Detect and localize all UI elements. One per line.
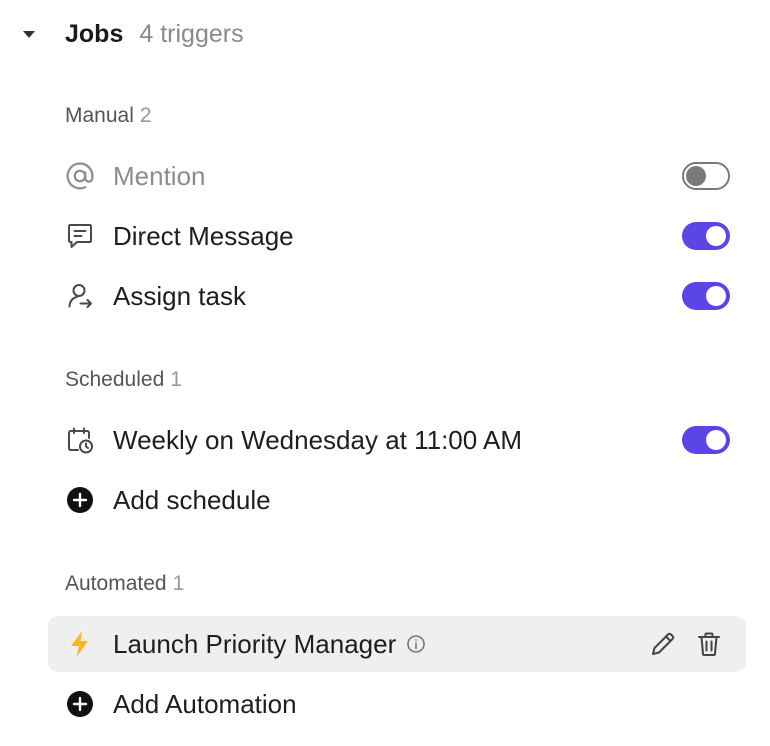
section-automated-count: 1 bbox=[172, 572, 185, 595]
toggle-knob bbox=[706, 226, 726, 246]
jobs-header: Jobs 4 triggers bbox=[20, 12, 244, 56]
calendar-clock-icon bbox=[64, 424, 96, 456]
trigger-row-direct-message: Direct Message bbox=[48, 208, 746, 264]
toggle-knob bbox=[686, 166, 706, 186]
section-manual-count: 2 bbox=[139, 104, 152, 127]
message-icon bbox=[64, 220, 96, 252]
toggle-direct-message[interactable] bbox=[682, 222, 730, 250]
launch-priority-manager-text: Launch Priority Manager bbox=[113, 628, 397, 659]
toggle-knob bbox=[706, 430, 726, 450]
section-automated: Automated 1 bbox=[65, 572, 184, 596]
jobs-title: Jobs bbox=[65, 19, 124, 48]
add-schedule-label: Add schedule bbox=[113, 484, 271, 515]
trigger-label-weekly-schedule: Weekly on Wednesday at 11:00 AM bbox=[113, 424, 523, 455]
plus-circle-icon bbox=[64, 688, 96, 720]
trigger-label-direct-message: Direct Message bbox=[113, 220, 294, 251]
add-automation-button[interactable]: Add Automation bbox=[48, 676, 746, 732]
toggle-weekly-schedule[interactable] bbox=[682, 426, 730, 454]
jobs-trigger-count: 4 triggers bbox=[139, 19, 244, 48]
toggle-knob bbox=[706, 286, 726, 306]
section-scheduled-count: 1 bbox=[170, 368, 182, 391]
toggle-assign-task[interactable] bbox=[682, 282, 730, 310]
trigger-row-launch-priority-manager[interactable]: Launch Priority Manager bbox=[48, 616, 746, 672]
delete-trash-icon[interactable] bbox=[694, 629, 724, 659]
trigger-label-launch-priority-manager: Launch Priority Manager bbox=[113, 629, 426, 660]
trigger-label-mention: Mention bbox=[113, 160, 206, 191]
plus-circle-icon bbox=[64, 484, 96, 516]
section-scheduled-title: Scheduled bbox=[65, 368, 165, 391]
at-icon bbox=[64, 160, 96, 192]
section-manual-title: Manual bbox=[65, 104, 134, 127]
edit-pencil-icon[interactable] bbox=[648, 629, 678, 659]
info-icon[interactable] bbox=[406, 634, 426, 654]
toggle-mention[interactable] bbox=[682, 162, 730, 190]
row-actions bbox=[648, 629, 724, 659]
add-automation-label: Add Automation bbox=[113, 688, 297, 719]
collapse-caret-icon[interactable] bbox=[20, 25, 38, 43]
section-scheduled: Scheduled 1 bbox=[65, 368, 182, 392]
section-automated-title: Automated bbox=[65, 572, 167, 595]
trigger-row-weekly-schedule[interactable]: Weekly on Wednesday at 11:00 AM bbox=[48, 412, 746, 468]
add-schedule-button[interactable]: Add schedule bbox=[48, 472, 746, 528]
assign-task-icon bbox=[64, 280, 96, 312]
trigger-row-assign-task: Assign task bbox=[48, 268, 746, 324]
section-manual: Manual 2 bbox=[65, 104, 152, 128]
trigger-label-assign-task: Assign task bbox=[113, 280, 246, 311]
trigger-row-mention: Mention bbox=[48, 148, 746, 204]
lightning-icon bbox=[64, 628, 96, 660]
